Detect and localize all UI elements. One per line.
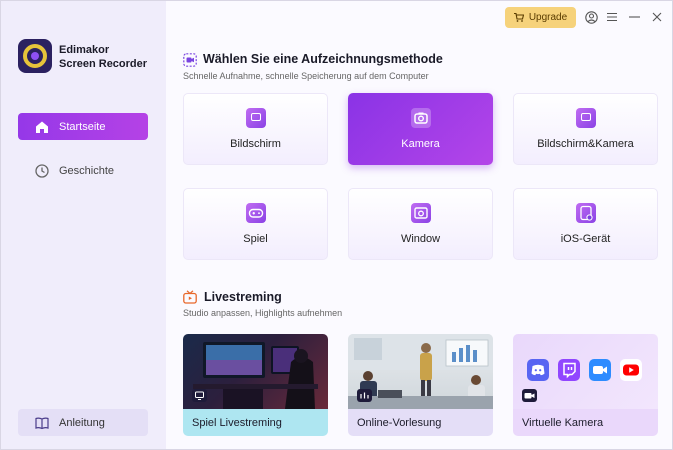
method-label: Bildschirm xyxy=(230,138,281,150)
live-card-label: Spiel Livestreming xyxy=(183,409,328,436)
window-icon xyxy=(410,203,431,223)
twitch-icon xyxy=(558,359,580,381)
clock-icon xyxy=(35,163,49,178)
app-name: Edimakor Screen Recorder xyxy=(59,43,164,71)
close-icon[interactable] xyxy=(650,10,664,24)
minimize-icon[interactable] xyxy=(627,10,641,24)
sidebar-item-label: Geschichte xyxy=(59,164,115,177)
method-label: Spiel xyxy=(243,233,268,245)
method-kamera[interactable]: Kamera xyxy=(348,93,493,165)
monitor-icon xyxy=(245,108,266,128)
tv-icon xyxy=(183,290,197,304)
sidebar-item-startseite[interactable]: Startseite xyxy=(18,113,148,140)
recording-section-subtitle: Schnelle Aufnahme, schnelle Speicherung … xyxy=(183,71,429,81)
app-name-line1: Edimakor xyxy=(59,44,110,56)
help-label: Anleitung xyxy=(59,416,105,429)
home-icon xyxy=(35,120,49,134)
cart-icon xyxy=(513,12,525,22)
live-card-online-vorlesung[interactable]: Online-Vorlesung xyxy=(348,334,493,436)
ios-device-icon xyxy=(575,203,596,223)
zoom-icon xyxy=(589,359,611,381)
app-window: Edimakor Screen Recorder Startseite Gesc… xyxy=(0,0,673,450)
menu-icon[interactable] xyxy=(605,10,619,24)
livestream-section-subtitle: Studio anpassen, Highlights aufnehmen xyxy=(183,308,343,318)
youtube-icon xyxy=(620,359,642,381)
camera-icon xyxy=(410,108,431,128)
account-icon[interactable] xyxy=(584,10,598,24)
livestream-section-title: Livestreming xyxy=(204,290,282,304)
live-card-label: Online-Vorlesung xyxy=(348,409,493,436)
method-bildschirm[interactable]: Bildschirm xyxy=(183,93,328,165)
stream-badge-icon xyxy=(192,389,207,402)
method-label: Bildschirm&Kamera xyxy=(537,138,634,150)
method-window[interactable]: Window xyxy=(348,188,493,260)
live-card-spiel-livestreming[interactable]: Spiel Livestreming xyxy=(183,334,328,436)
app-logo xyxy=(18,39,52,73)
method-ios-geraet[interactable]: iOS-Gerät xyxy=(513,188,658,260)
upgrade-button[interactable]: Upgrade xyxy=(505,7,576,28)
help-button[interactable]: Anleitung xyxy=(18,409,148,436)
method-spiel[interactable]: Spiel xyxy=(183,188,328,260)
gamepad-icon xyxy=(245,203,266,223)
method-bildschirm-kamera[interactable]: Bildschirm&Kamera xyxy=(513,93,658,165)
book-icon xyxy=(35,416,49,430)
upgrade-label: Upgrade xyxy=(528,12,568,23)
recording-section-title: Wählen Sie eine Aufzeichnungsmethode xyxy=(203,52,443,66)
method-label: Window xyxy=(400,233,441,245)
monitor-camera-icon xyxy=(575,108,596,128)
discord-icon xyxy=(527,359,549,381)
live-card-label: Virtuelle Kamera xyxy=(513,409,658,436)
method-label: iOS-Gerät xyxy=(560,233,611,245)
sidebar-item-label: Startseite xyxy=(59,120,106,133)
sidebar: Edimakor Screen Recorder Startseite Gesc… xyxy=(1,1,166,449)
method-label: Kamera xyxy=(401,138,440,150)
camera-badge-icon xyxy=(522,389,537,402)
live-card-virtuelle-kamera[interactable]: Virtuelle Kamera xyxy=(513,334,658,436)
record-section-icon xyxy=(183,53,197,67)
app-name-line2: Screen Recorder xyxy=(59,58,148,70)
sidebar-item-geschichte[interactable]: Geschichte xyxy=(18,157,148,184)
presentation-badge-icon xyxy=(357,389,372,402)
